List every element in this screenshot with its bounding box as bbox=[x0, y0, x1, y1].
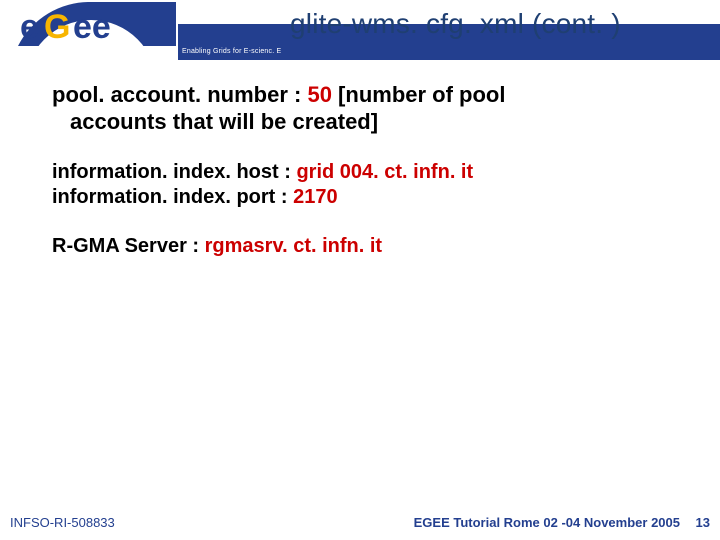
param-value: grid 004. ct. infn. it bbox=[296, 161, 473, 183]
footer-left: INFSO-RI-508833 bbox=[10, 515, 115, 530]
svg-text:ee: ee bbox=[73, 8, 111, 46]
param-desc-b: accounts that will be created] bbox=[52, 109, 668, 136]
slide-title: glite-wms. cfg. xml (cont. ) bbox=[290, 8, 621, 40]
param-desc-a: [number of pool bbox=[332, 82, 506, 107]
param-pool-account-number: pool. account. number : 50 [number of po… bbox=[52, 82, 668, 136]
svg-text:e: e bbox=[20, 8, 39, 46]
param-rgma-server: R-GMA Server : rgmasrv. ct. infn. it bbox=[52, 234, 668, 259]
slide: e G ee glite-wms. cfg. xml (cont. ) Enab… bbox=[0, 0, 720, 540]
param-value: 50 bbox=[307, 82, 331, 107]
slide-body: pool. account. number : 50 [number of po… bbox=[0, 82, 720, 504]
egee-logo: e G ee bbox=[6, 2, 176, 52]
slide-footer: INFSO-RI-508833 EGEE Tutorial Rome 02 -0… bbox=[0, 506, 720, 540]
param-index-host: information. index. host : grid 004. ct.… bbox=[52, 160, 668, 185]
param-value: 2170 bbox=[293, 186, 338, 208]
param-key: pool. account. number : bbox=[52, 82, 307, 107]
footer-page-number: 13 bbox=[696, 515, 710, 530]
slide-tagline: Enabling Grids for E-scienc. E bbox=[182, 48, 281, 55]
footer-right: EGEE Tutorial Rome 02 -04 November 2005 bbox=[414, 515, 680, 530]
param-index-port: information. index. port : 2170 bbox=[52, 185, 668, 210]
param-key: information. index. port : bbox=[52, 186, 293, 208]
param-value: rgmasrv. ct. infn. it bbox=[205, 235, 382, 257]
slide-header: e G ee glite-wms. cfg. xml (cont. ) Enab… bbox=[0, 0, 720, 64]
svg-text:G: G bbox=[44, 8, 70, 46]
param-key: R-GMA Server : bbox=[52, 235, 205, 257]
param-key: information. index. host : bbox=[52, 161, 296, 183]
